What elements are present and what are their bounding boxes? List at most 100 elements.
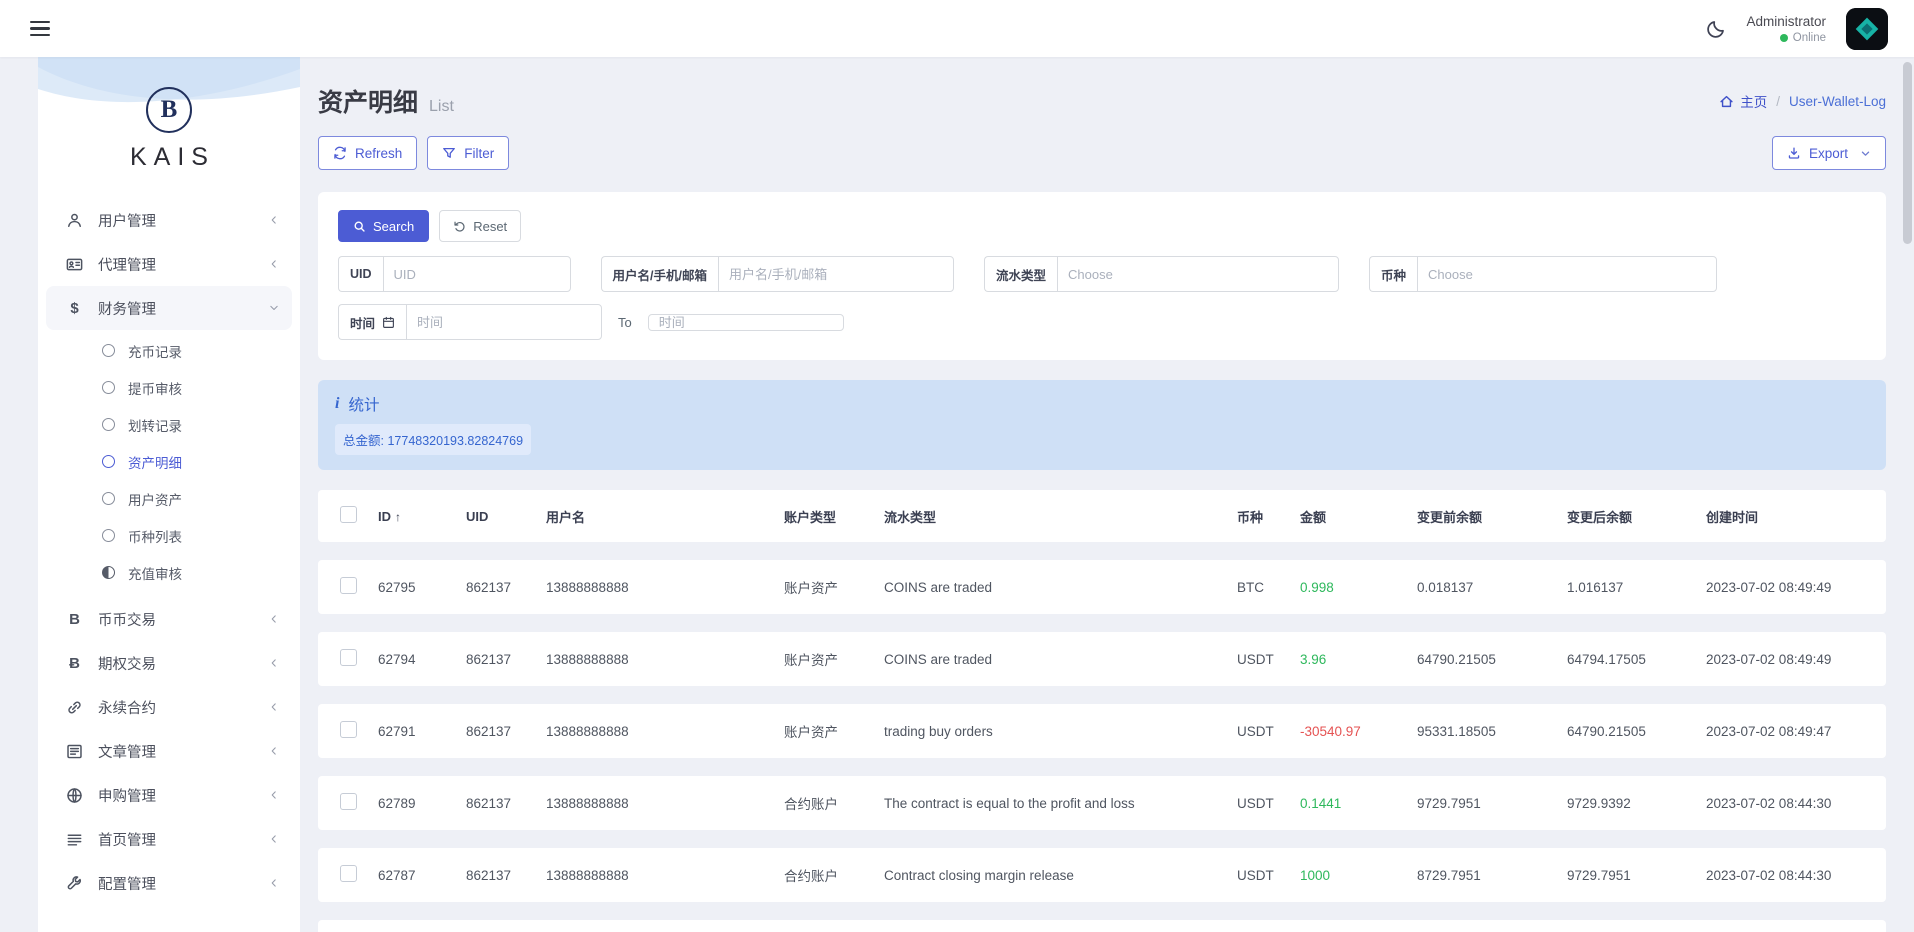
time-from-input[interactable] [406, 304, 602, 340]
filter-label: Filter [464, 146, 494, 161]
sidebar-item-label: 文章管理 [98, 741, 268, 762]
column-header-flow_type[interactable]: 流水类型 [874, 490, 1227, 542]
cell-uid: 862137 [456, 632, 536, 686]
coin-select[interactable] [1417, 256, 1717, 292]
sidebar-item-list[interactable]: 首页管理 [38, 817, 300, 861]
export-button[interactable]: Export [1772, 136, 1886, 170]
user-status-label: Online [1793, 32, 1826, 44]
select-all-checkbox[interactable] [340, 506, 357, 523]
circle-icon [102, 455, 115, 468]
cell-account_type: 合约账户 [774, 920, 874, 932]
users-icon [64, 212, 85, 229]
sidebar-item-users[interactable]: 用户管理 [38, 198, 300, 242]
sidebar-subitem[interactable]: 提币审核 [38, 369, 300, 406]
cell-amount: -30 [1290, 920, 1407, 932]
total-amount-value: 17748320193.82824769 [387, 434, 523, 448]
column-header-username[interactable]: 用户名 [536, 490, 774, 542]
cell-balance_before: 64790.21505 [1407, 632, 1557, 686]
column-header-account_type[interactable]: 账户类型 [774, 490, 874, 542]
sidebar-subitem[interactable]: 充值审核 [38, 554, 300, 591]
column-header-balance_after[interactable]: 变更后余额 [1557, 490, 1696, 542]
column-header-coin[interactable]: 币种 [1227, 490, 1290, 542]
cell-uid: 862137 [456, 776, 536, 830]
stats-panel: 统计 总金额: 17748320193.82824769 [318, 380, 1886, 470]
sidebar-subitem[interactable]: 币种列表 [38, 517, 300, 554]
uid-input[interactable] [383, 256, 571, 292]
chevron-left-icon [268, 789, 280, 801]
sidebar-item-article[interactable]: 文章管理 [38, 729, 300, 773]
menu-toggle-button[interactable] [26, 17, 54, 40]
row-checkbox[interactable] [340, 793, 357, 810]
reset-button[interactable]: Reset [439, 210, 521, 242]
cell-username: 13888888888 [536, 632, 774, 686]
column-label: 创建时间 [1706, 510, 1758, 525]
sidebar-item-label: 申购管理 [98, 785, 268, 806]
row-checkbox[interactable] [340, 865, 357, 882]
column-header-id[interactable]: ID↑ [368, 490, 456, 542]
refresh-icon [333, 146, 347, 160]
column-header-amount[interactable]: 金额 [1290, 490, 1407, 542]
filter-row-1: UID用户名/手机/邮箱流水类型币种 [338, 256, 1866, 292]
refresh-button[interactable]: Refresh [318, 136, 417, 170]
cell-username: 13888888888 [536, 920, 774, 932]
cell-checkbox [318, 920, 368, 932]
page-scrollbar[interactable] [1903, 62, 1912, 244]
row-checkbox[interactable] [340, 577, 357, 594]
cell-id: 62795 [368, 560, 456, 614]
sidebar-item-label: 期权交易 [98, 653, 268, 674]
sidebar-item-option-bitcoin[interactable]: Ƀ期权交易 [38, 641, 300, 685]
cell-balance_after: 64794.17505 [1557, 632, 1696, 686]
sidebar-item-label: 代理管理 [98, 254, 268, 275]
chevron-left-icon [268, 657, 280, 669]
sidebar-subitem[interactable]: 用户资产 [38, 480, 300, 517]
column-header-balance_before[interactable]: 变更前余额 [1407, 490, 1557, 542]
cell-checkbox [318, 704, 368, 758]
sidebar-item-link[interactable]: 永续合约 [38, 685, 300, 729]
page-subtitle: List [429, 98, 454, 116]
to-label: To [616, 315, 634, 330]
home-icon [1719, 94, 1734, 109]
sidebar-item-finance-dollar[interactable]: $财务管理 [46, 286, 292, 330]
search-button[interactable]: Search [338, 210, 429, 242]
calendar-icon [382, 316, 395, 329]
sidebar-subitem[interactable]: 资产明细 [38, 443, 300, 480]
user-menu[interactable]: Administrator Online [1746, 14, 1826, 44]
dark-mode-toggle[interactable] [1706, 19, 1726, 39]
column-header-created_at[interactable]: 创建时间 [1696, 490, 1886, 542]
user-input[interactable] [718, 256, 954, 292]
cell-balance_after: 1.016137 [1557, 560, 1696, 614]
row-checkbox[interactable] [340, 721, 357, 738]
sidebar-item-label: 用户管理 [98, 210, 268, 231]
finance-dollar-icon: $ [64, 300, 85, 317]
time-to-input[interactable] [648, 314, 844, 331]
filter-button[interactable]: Filter [427, 136, 509, 170]
article-icon [64, 743, 85, 760]
flow-type-select[interactable] [1057, 256, 1339, 292]
filter-row-2: 时间 To [338, 304, 1866, 340]
coin-field-group: 币种 [1369, 256, 1717, 292]
sidebar-item-globe[interactable]: 申购管理 [38, 773, 300, 817]
sidebar-subitem[interactable]: 划转记录 [38, 406, 300, 443]
breadcrumb-home-link[interactable]: 主页 [1719, 91, 1767, 111]
sidebar-item-wrench[interactable]: 配置管理 [38, 861, 300, 905]
stats-title-label: 统计 [348, 393, 379, 415]
table-row: 6278786213713888888888合约账户Contract closi… [318, 848, 1886, 902]
breadcrumb: 主页 / User-Wallet-Log [1719, 91, 1886, 111]
time-label-text: 时间 [350, 313, 375, 332]
column-header-uid[interactable]: UID [456, 490, 536, 542]
total-amount-label: 总金额: [343, 434, 384, 448]
table-row: 6278986213713888888888合约账户The contract i… [318, 776, 1886, 830]
sidebar-item-coin-b[interactable]: B币币交易 [38, 597, 300, 641]
brand: B KAIS [38, 57, 300, 172]
avatar[interactable] [1846, 8, 1888, 50]
sidebar-item-agent-card[interactable]: 代理管理 [38, 242, 300, 286]
table-row: 6279486213713888888888账户资产COINS are trad… [318, 632, 1886, 686]
row-checkbox[interactable] [340, 649, 357, 666]
cell-uid: 862137 [456, 920, 536, 932]
sidebar-subitem[interactable]: 充币记录 [38, 332, 300, 369]
chevron-left-icon [268, 613, 280, 625]
sidebar-subitem-label: 用户资产 [128, 489, 182, 509]
cell-coin: USDT [1227, 704, 1290, 758]
download-icon [1787, 146, 1801, 160]
cell-amount: 3.96 [1290, 632, 1407, 686]
